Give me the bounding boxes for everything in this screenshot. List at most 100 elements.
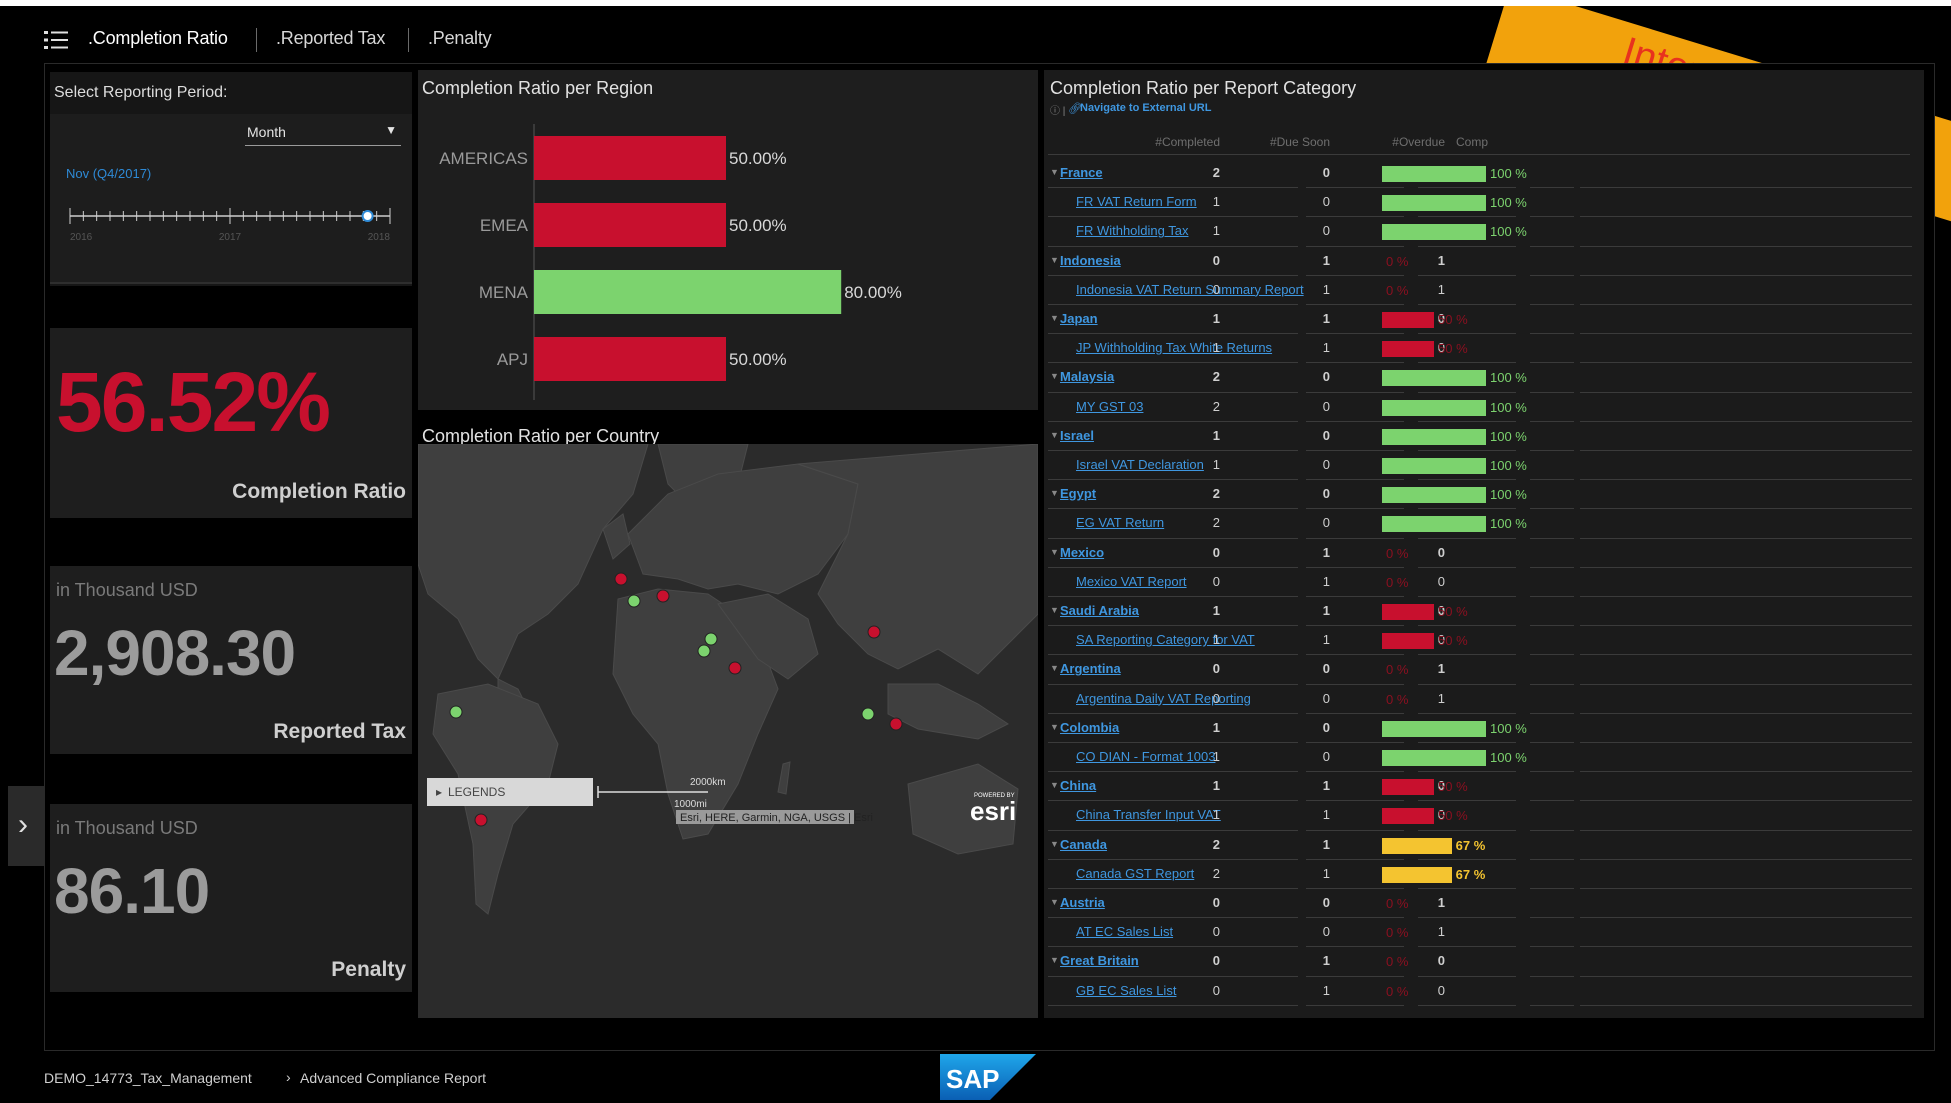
israel-marker[interactable] — [697, 644, 711, 658]
region-bar[interactable] — [534, 136, 726, 180]
expand-caret-icon[interactable]: ▼ — [1050, 547, 1059, 557]
table-row[interactable]: MY GST 03200100 % — [1044, 394, 1914, 423]
navigate-external-link[interactable]: Navigate to External URL — [1080, 102, 1211, 114]
expand-caret-icon[interactable]: ▼ — [1050, 167, 1059, 177]
table-row[interactable]: CO DIAN - Format 1003100100 % — [1044, 744, 1914, 773]
table-row[interactable]: ▼Egypt200100 % — [1044, 481, 1914, 510]
table-row[interactable]: GB EC Sales List 0 1 0 0 % — [1044, 978, 1914, 1007]
tab-penalty[interactable]: .Penalty — [428, 28, 492, 49]
expand-caret-icon[interactable]: ▼ — [1050, 605, 1059, 615]
country-link[interactable]: France — [1060, 165, 1103, 180]
column-header[interactable]: Comp — [1456, 135, 1488, 149]
table-row[interactable]: EG VAT Return200100 % — [1044, 510, 1914, 539]
table-row[interactable]: AT EC Sales List 0 0 1 0 % — [1044, 919, 1914, 948]
report-link[interactable]: Mexico VAT Report — [1076, 574, 1187, 589]
table-row[interactable]: ▼Israel100100 % — [1044, 423, 1914, 452]
table-row[interactable]: Mexico VAT Report 0 1 0 0 % — [1044, 569, 1914, 598]
report-link[interactable]: GB EC Sales List — [1076, 983, 1176, 998]
expand-caret-icon[interactable]: ▼ — [1050, 897, 1059, 907]
side-panel-toggle[interactable]: › — [8, 786, 44, 866]
report-link[interactable]: MY GST 03 — [1076, 399, 1143, 414]
country-map[interactable]: ▸ LEGENDS 2000km 1000mi Esri, HERE, Garm… — [418, 444, 1038, 1018]
austria-marker[interactable] — [656, 589, 670, 603]
table-row[interactable]: Indonesia VAT Return Summary Report 0 1 1 0 … — [1044, 277, 1914, 306]
country-link[interactable]: Mexico — [1060, 545, 1104, 560]
country-link[interactable]: Egypt — [1060, 486, 1096, 501]
tab-reported-tax[interactable]: .Reported Tax — [276, 28, 385, 49]
table-row[interactable]: Canada GST Report21067 % — [1044, 861, 1914, 890]
report-link[interactable]: Canada GST Report — [1076, 866, 1194, 881]
country-link[interactable]: Austria — [1060, 895, 1105, 910]
country-link[interactable]: Indonesia — [1060, 253, 1121, 268]
table-row[interactable]: ▼ Saudi Arabia 1 1 0 50 % — [1044, 598, 1914, 627]
china-marker[interactable] — [867, 625, 881, 639]
table-row[interactable]: ▼ Mexico 0 1 0 0 % — [1044, 540, 1914, 569]
argentina-marker[interactable] — [474, 813, 488, 827]
column-header[interactable]: #Due Soon — [1230, 135, 1330, 149]
table-row[interactable]: ▼ Great Britain 0 1 0 0 % — [1044, 948, 1914, 977]
column-header[interactable]: #Completed — [1120, 135, 1220, 149]
report-link[interactable]: FR Withholding Tax — [1076, 223, 1188, 238]
table-row[interactable]: ▼France200100 % — [1044, 160, 1914, 189]
table-row[interactable]: SA Reporting Category for VAT 1 1 0 50 % — [1044, 627, 1914, 656]
expand-caret-icon[interactable]: ▼ — [1050, 255, 1059, 265]
table-row[interactable]: Israel VAT Declaration100100 % — [1044, 452, 1914, 481]
country-link[interactable]: Saudi Arabia — [1060, 603, 1139, 618]
country-link[interactable]: Colombia — [1060, 720, 1119, 735]
report-link[interactable]: AT EC Sales List — [1076, 924, 1173, 939]
indonesia-marker[interactable] — [889, 717, 903, 731]
report-link[interactable]: FR VAT Return Form — [1076, 194, 1197, 209]
report-link[interactable]: Argentina Daily VAT Reporting — [1076, 691, 1251, 706]
mexico-marker[interactable] — [449, 705, 463, 719]
great-britain-marker[interactable] — [614, 572, 628, 586]
france-marker[interactable] — [627, 594, 641, 608]
country-link[interactable]: Argentina — [1060, 661, 1121, 676]
completion-bar — [1382, 487, 1486, 504]
country-link[interactable]: Great Britain — [1060, 953, 1139, 968]
expand-caret-icon[interactable]: ▼ — [1050, 955, 1059, 965]
table-row[interactable]: ▼ Japan 1 1 0 50 % — [1044, 306, 1914, 335]
colombia-marker[interactable] — [861, 707, 875, 721]
country-link[interactable]: Israel — [1060, 428, 1094, 443]
table-row[interactable]: Argentina Daily VAT Reporting 0 0 1 0 % — [1044, 686, 1914, 715]
egypt-marker[interactable] — [704, 632, 718, 646]
table-row[interactable]: ▼ Indonesia 0 1 1 0 % — [1044, 248, 1914, 277]
tab-completion-ratio[interactable]: .Completion Ratio — [88, 28, 228, 49]
expand-caret-icon[interactable]: ▼ — [1050, 839, 1059, 849]
country-link[interactable]: Canada — [1060, 837, 1107, 852]
expand-caret-icon[interactable]: ▼ — [1050, 663, 1059, 673]
table-row[interactable]: FR VAT Return Form100100 % — [1044, 189, 1914, 218]
table-row[interactable]: ▼ China 1 1 0 50 % — [1044, 773, 1914, 802]
report-link[interactable]: JP Withholding Tax White Returns — [1076, 340, 1272, 355]
report-link[interactable]: SA Reporting Category for VAT — [1076, 632, 1255, 647]
table-row[interactable]: ▼ Austria 0 0 1 0 % — [1044, 890, 1914, 919]
row-divider — [1306, 537, 1404, 539]
table-row[interactable]: ▼ Argentina 0 0 1 0 % — [1044, 656, 1914, 685]
region-bar[interactable] — [534, 337, 726, 381]
expand-caret-icon[interactable]: ▼ — [1050, 780, 1059, 790]
expand-caret-icon[interactable]: ▼ — [1050, 313, 1059, 323]
saudi-arabia-marker[interactable] — [728, 661, 742, 675]
country-link[interactable]: China — [1060, 778, 1096, 793]
expand-caret-icon[interactable]: ▼ — [1050, 488, 1059, 498]
timeline-handle[interactable] — [361, 210, 374, 222]
period-timeline-slider[interactable]: 2016 2017 2018 — [68, 202, 398, 250]
granularity-dropdown[interactable]: Month ▼ — [245, 123, 401, 146]
region-bar[interactable] — [534, 203, 726, 247]
menu-list-icon[interactable] — [44, 30, 68, 50]
breadcrumb-root[interactable]: DEMO_14773_Tax_Management — [44, 1070, 252, 1086]
table-row[interactable]: ▼Malaysia200100 % — [1044, 364, 1914, 393]
table-row[interactable]: ▼Canada21067 % — [1044, 832, 1914, 861]
table-row[interactable]: JP Withholding Tax White Returns 1 1 0 50 % — [1044, 335, 1914, 364]
country-link[interactable]: Japan — [1060, 311, 1098, 326]
expand-caret-icon[interactable]: ▼ — [1050, 430, 1059, 440]
table-row[interactable]: FR Withholding Tax100100 % — [1044, 218, 1914, 247]
report-link[interactable]: EG VAT Return — [1076, 515, 1164, 530]
region-bar[interactable] — [534, 270, 842, 314]
table-row[interactable]: ▼Colombia100100 % — [1044, 715, 1914, 744]
country-link[interactable]: Malaysia — [1060, 369, 1114, 384]
column-header[interactable]: #Overdue — [1345, 135, 1445, 149]
expand-caret-icon[interactable]: ▼ — [1050, 722, 1059, 732]
expand-caret-icon[interactable]: ▼ — [1050, 371, 1059, 381]
table-row[interactable]: China Transfer Input VAT 1 1 0 50 % — [1044, 802, 1914, 831]
